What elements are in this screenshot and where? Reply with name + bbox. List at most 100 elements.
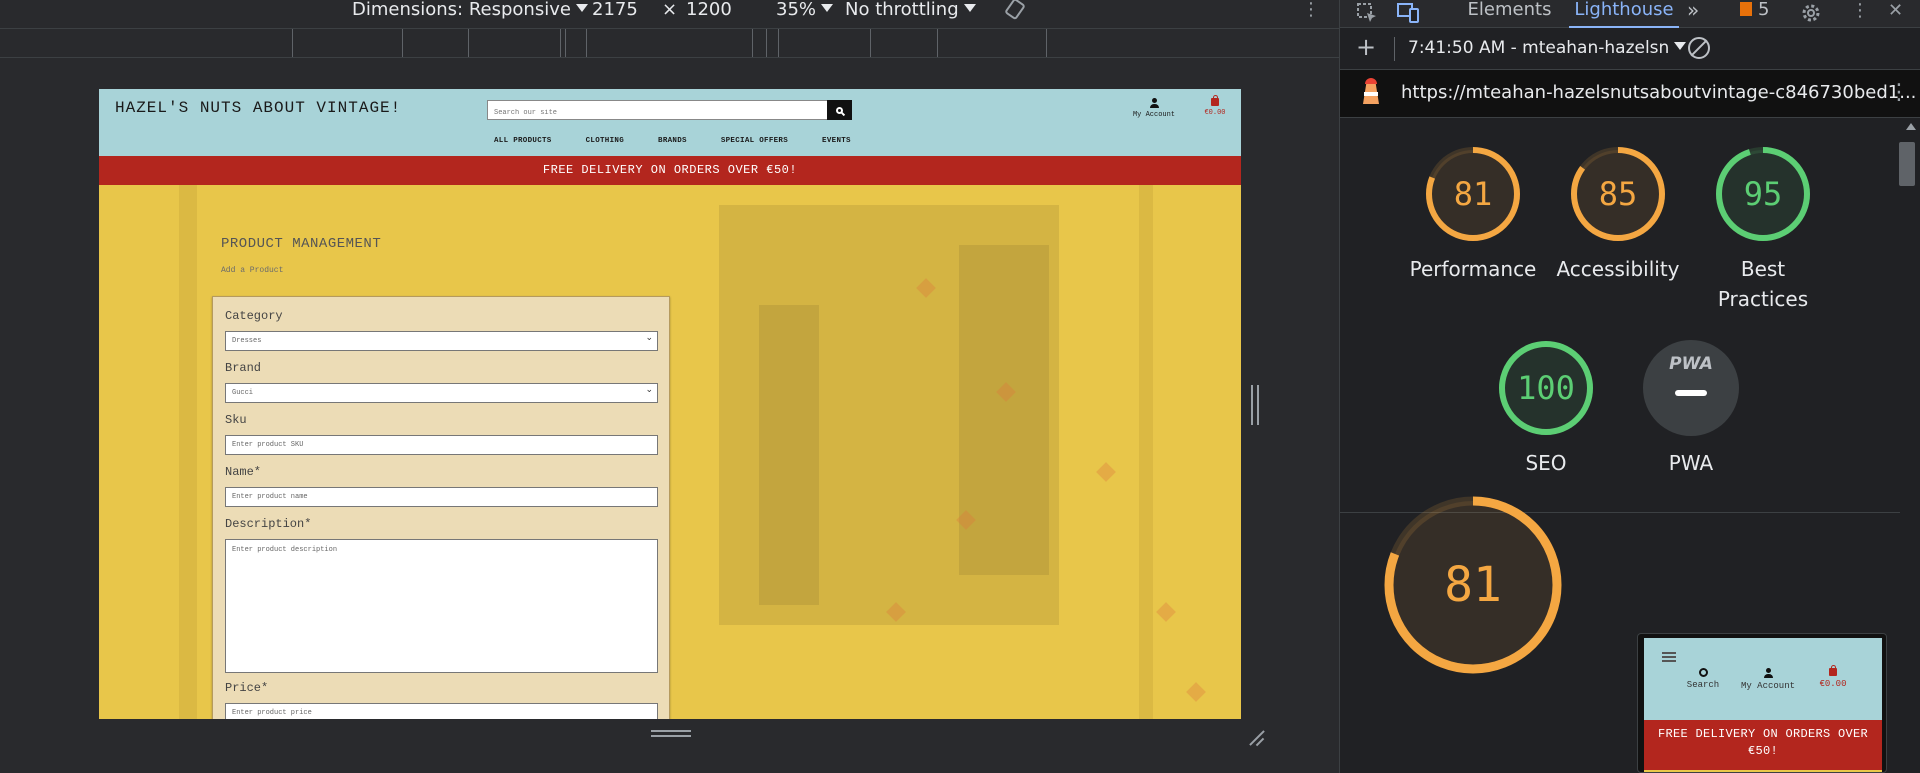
nav-events[interactable]: EVENTS <box>822 137 851 145</box>
more-options-icon[interactable]: ⋮ <box>1302 0 1320 28</box>
site-search <box>487 100 852 122</box>
issues-count: 5 <box>1758 0 1770 20</box>
media-query-ruler[interactable] <box>0 28 1339 58</box>
emulation-toolbar: Dimensions: Responsive 2175 × 1200 35% N… <box>0 0 1339 28</box>
shopping-bag-icon <box>1211 95 1219 106</box>
bag-total: €0.00 <box>1204 109 1226 117</box>
height-input[interactable]: 1200 <box>686 0 732 28</box>
thumbnail-account: My Account <box>1733 668 1803 691</box>
devtools-panel: Elements Lighthouse » 5 ⋮ ✕ + 7:41:50 AM… <box>1339 0 1920 773</box>
thumbnail-account-label: My Account <box>1740 681 1795 691</box>
gauge-accessibility[interactable]: 85 <box>1570 146 1666 242</box>
thumbnail-bag-total: €0.00 <box>1819 679 1847 689</box>
devtools-more-icon[interactable]: ⋮ <box>1851 2 1869 20</box>
gauge-seo[interactable]: 100 <box>1498 340 1594 436</box>
label-pwa: PWA <box>1668 451 1714 475</box>
thumbnail-search-label: Search <box>1686 680 1720 690</box>
brand-label: Brand <box>225 361 262 375</box>
sku-label: Sku <box>225 413 247 427</box>
report-menu-icon[interactable]: ⋮ <box>1888 80 1910 105</box>
search-button[interactable] <box>827 100 852 120</box>
shopping-bag-icon <box>1829 665 1837 676</box>
score-performance: 81 <box>1453 175 1493 213</box>
page-subtitle: Add a Product <box>221 266 284 275</box>
throttling-label: No throttling <box>845 0 959 20</box>
lighthouse-report-bar: + 7:41:50 AM - mteahan-hazelsn <box>1340 28 1920 70</box>
close-devtools-icon[interactable]: ✕ <box>1888 2 1903 20</box>
sku-input[interactable]: Enter product SKU <box>225 435 658 455</box>
throttling-dropdown[interactable]: No throttling <box>845 0 976 28</box>
score-seo: 100 <box>1517 369 1575 407</box>
resize-handle-corner[interactable] <box>1245 728 1265 748</box>
brand-select[interactable]: Gucci <box>225 381 658 403</box>
search-icon <box>1698 668 1708 677</box>
price-input[interactable]: Enter product price <box>225 703 658 719</box>
label-performance: Performance <box>1409 257 1537 281</box>
thumbnail-search: Search <box>1668 668 1738 690</box>
inspect-element-icon[interactable] <box>1356 2 1378 28</box>
thumbnail-page: Search My Account €0.00 FREE DELIVERY ON… <box>1644 638 1882 772</box>
device-emulation-area: Dimensions: Responsive 2175 × 1200 35% N… <box>0 0 1339 773</box>
report-selector[interactable]: 7:41:50 AM - mteahan-hazelsn <box>1408 38 1687 58</box>
site-logo[interactable]: HAZEL'S NUTS ABOUT VINTAGE! <box>115 99 401 117</box>
page-title: PRODUCT MANAGEMENT <box>221 236 382 252</box>
delivery-banner: FREE DELIVERY ON ORDERS OVER €50! <box>99 156 1241 185</box>
settings-gear-icon[interactable] <box>1800 2 1822 28</box>
caret-down-icon <box>963 4 976 12</box>
nav-clothing[interactable]: CLOTHING <box>586 137 624 145</box>
score-accessibility: 85 <box>1598 175 1638 213</box>
pwa-badge-text: PWA <box>1669 354 1713 374</box>
nav-all-products[interactable]: ALL PRODUCTS <box>494 137 552 145</box>
name-input[interactable]: Enter product name <box>225 487 658 507</box>
new-report-plus-icon[interactable]: + <box>1356 35 1376 59</box>
caret-down-icon <box>575 4 588 12</box>
panel-scrollbar[interactable] <box>1902 118 1920 773</box>
shopping-bag-link[interactable]: €0.00 <box>1195 95 1235 117</box>
nav-special-offers[interactable]: SPECIAL OFFERS <box>721 137 788 145</box>
caret-down-icon <box>1674 42 1687 50</box>
width-input[interactable]: 2175 <box>592 0 638 28</box>
my-account-label: My Account <box>1132 111 1175 119</box>
description-textarea[interactable]: Enter product description <box>225 539 658 673</box>
category-label: Category <box>225 309 283 323</box>
nav-brands[interactable]: BRANDS <box>658 137 687 145</box>
zoom-dropdown[interactable]: 35% <box>776 0 834 28</box>
gauge-best-practices[interactable]: 95 <box>1715 146 1811 242</box>
issues-badge[interactable]: 5 <box>1740 0 1769 28</box>
scrollbar-thumb[interactable] <box>1899 142 1915 186</box>
site-search-input[interactable] <box>488 104 828 122</box>
device-toolbar-icon[interactable] <box>1396 2 1420 28</box>
thumbnail-banner: FREE DELIVERY ON ORDERS OVER €50! <box>1644 720 1882 770</box>
resize-handle-bottom[interactable] <box>651 730 691 737</box>
scroll-up-arrow-icon[interactable] <box>1906 123 1916 130</box>
pwa-dash-icon <box>1675 390 1707 396</box>
gauge-performance-large[interactable]: 81 <box>1383 495 1563 675</box>
pwa-badge[interactable]: PWA <box>1643 340 1739 436</box>
caret-down-icon <box>821 4 834 12</box>
resize-handle-right[interactable] <box>1251 385 1259 425</box>
report-url[interactable]: https://mteahan-hazelsnutsaboutvintage-c… <box>1401 82 1916 103</box>
site-header: HAZEL'S NUTS ABOUT VINTAGE! My Account €… <box>99 89 1241 156</box>
dimensions-dropdown[interactable]: Dimensions: Responsive <box>352 0 588 28</box>
final-screenshot-thumbnail[interactable]: Search My Account €0.00 FREE DELIVERY ON… <box>1637 633 1887 773</box>
category-select[interactable]: Dresses <box>225 329 658 351</box>
issue-flag-icon <box>1740 2 1752 16</box>
gauge-performance[interactable]: 81 <box>1425 146 1521 242</box>
user-icon <box>1149 98 1159 108</box>
name-label: Name* <box>225 465 262 479</box>
lighthouse-logo-icon <box>1360 78 1382 110</box>
clear-reports-icon[interactable] <box>1688 37 1710 59</box>
thumbnail-bag: €0.00 <box>1798 665 1868 689</box>
price-label: Price* <box>225 681 269 695</box>
score-best-practices: 95 <box>1743 175 1783 213</box>
search-icon <box>836 106 843 114</box>
tab-lighthouse[interactable]: Lighthouse <box>1569 0 1679 28</box>
times-symbol: × <box>662 0 678 20</box>
devtools-window: Dimensions: Responsive 2175 × 1200 35% N… <box>0 0 1920 773</box>
rotate-icon[interactable] <box>1004 0 1026 26</box>
label-best-practices: Best Practices <box>1717 257 1809 311</box>
my-account-link[interactable]: My Account <box>1124 98 1184 119</box>
tab-elements[interactable]: Elements <box>1462 0 1557 28</box>
more-tabs-icon[interactable]: » <box>1687 0 1699 28</box>
main-nav: ALL PRODUCTS CLOTHING BRANDS SPECIAL OFF… <box>494 137 885 145</box>
